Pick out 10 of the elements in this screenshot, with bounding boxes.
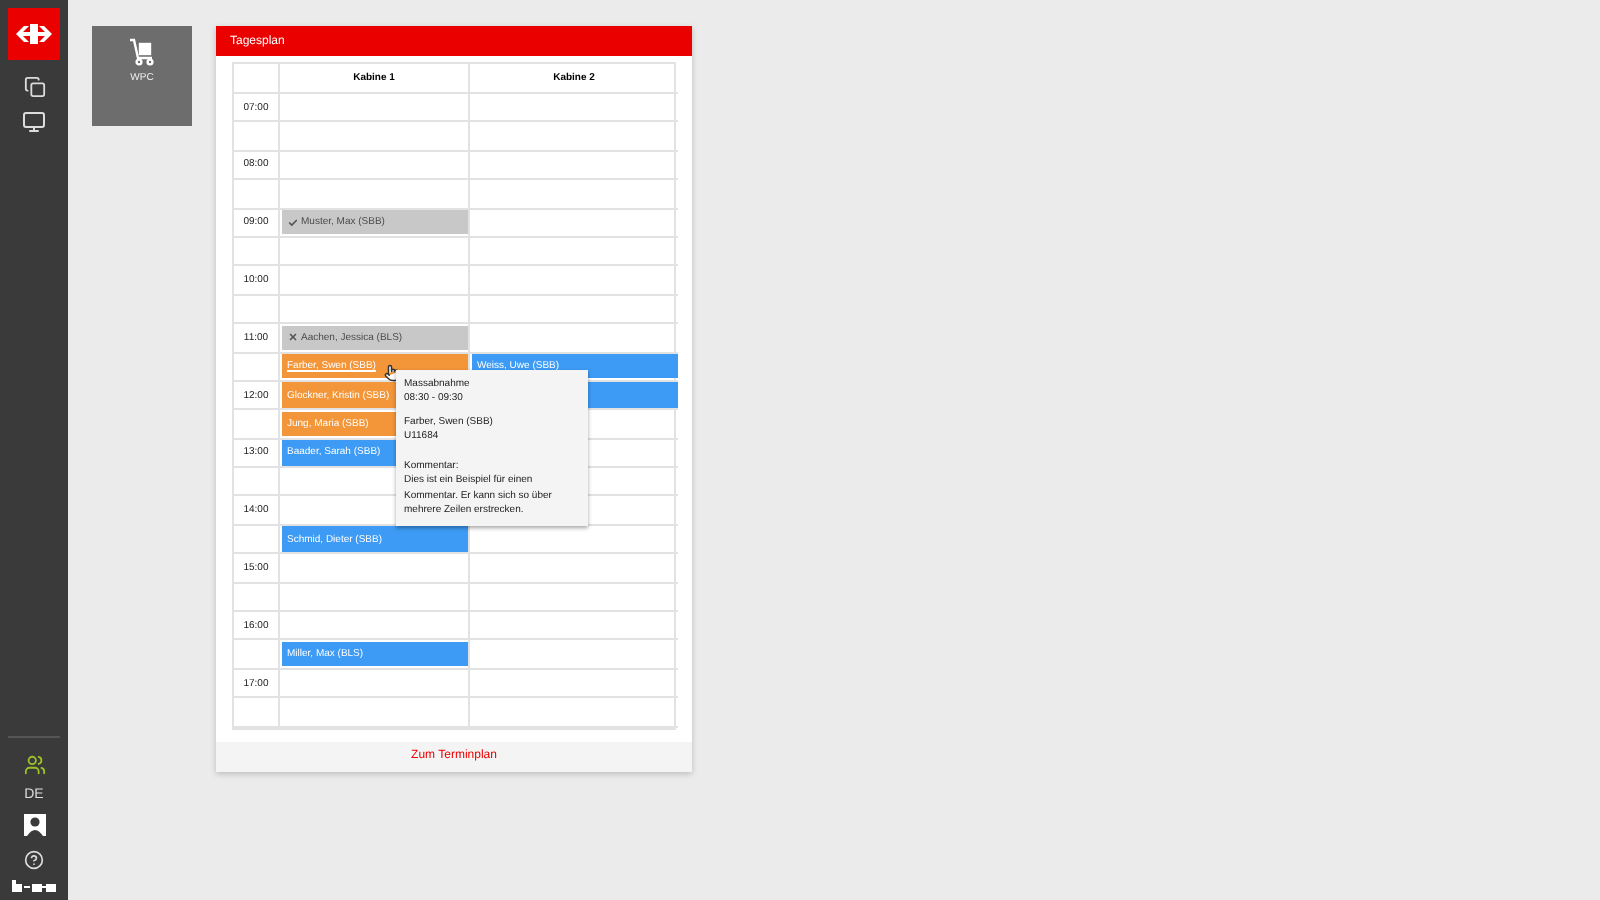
help-icon[interactable] [24, 850, 44, 870]
user-icon[interactable] [23, 814, 45, 836]
monitor-icon[interactable] [22, 110, 46, 134]
check-icon [287, 217, 297, 228]
copy-icon[interactable] [23, 76, 45, 98]
trolley-icon [128, 38, 156, 66]
users-icon[interactable] [23, 754, 45, 776]
close-icon [287, 332, 297, 343]
logo-icon[interactable] [8, 8, 60, 60]
brand-logo-icon [12, 880, 56, 892]
